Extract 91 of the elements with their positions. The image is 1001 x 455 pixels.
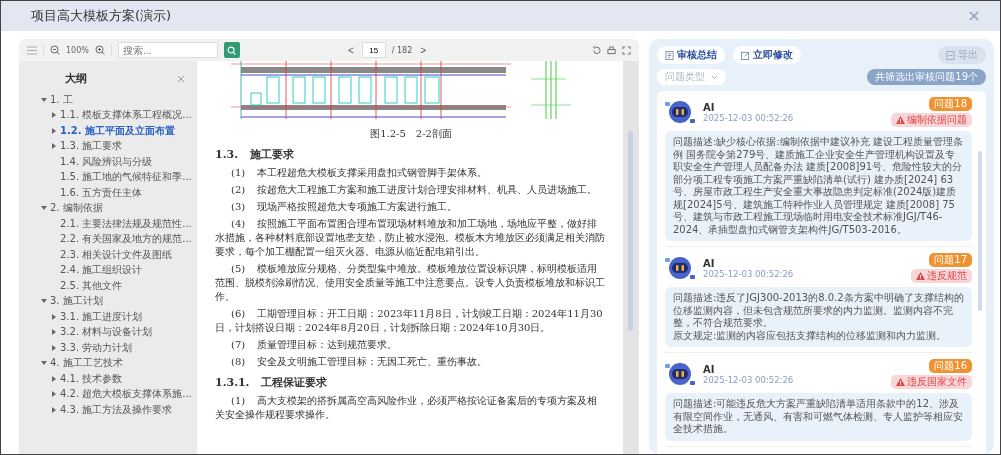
robot-icon [665, 99, 695, 125]
outline-item[interactable]: 4. 施工工艺技术 [50, 356, 123, 371]
author-name: AI [703, 101, 716, 113]
paragraph: (5) 模板堆放应分规格、分类型集中堆放。模板堆放位置设标识牌，标明模板适用范围、脱模剂涂刷情况、使用安全质量等施工中注意要点。设专人负责模板堆放和标识工作。 [215, 262, 606, 304]
collapsed-arrow-icon[interactable] [51, 391, 57, 398]
outline-item[interactable]: 4.2. 超危大模板支撑体系施... [60, 387, 192, 402]
paragraph: (7) 质量管理目标：达到规范要求。 [230, 338, 399, 352]
paragraph: (3) 现场严格按照超危大专项施工方案进行施工。 [230, 200, 459, 214]
collapsed-arrow-icon[interactable] [51, 375, 57, 382]
figure-caption: 图1.2-5 2-2剖面 [369, 127, 453, 141]
edit-icon [741, 50, 750, 60]
outline-item[interactable]: 1.3. 施工要求 [60, 139, 123, 154]
outline-item[interactable]: 3.1. 施工进度计划 [60, 309, 143, 324]
paragraph: (1) 本工程超危大模板支撑采用盘扣式钢管脚手架体系。 [230, 166, 489, 180]
modify-now-button[interactable]: 立即修改 [733, 46, 801, 64]
zoom-out-icon[interactable] [50, 45, 60, 55]
outline-item[interactable]: 3. 施工计划 [50, 294, 103, 309]
outline-item[interactable]: 1.4. 风险辨识与分级 [60, 154, 153, 169]
rotate-icon[interactable] [592, 45, 601, 55]
export-icon [946, 50, 955, 60]
outline-item[interactable]: 1.2. 施工平面及立面布置 [60, 123, 175, 138]
paragraph: (6) 工期管理目标：开工日期：2023年11月8日，计划竣工日期：2024年11月30日，计划搭设日期：2024年8月20日，计划拆除日期：2024年10月30日。 [215, 307, 604, 335]
result-count-badge: 共筛选出审核问题19个 [867, 69, 986, 85]
description-text: 问题描述:违反了JGJ300-2013的8.0.2条方案中明确了支撑结构的位移监测内容，但未包含规范所要求的内力监测。监测内容不完整，不符合规范要求。 [673, 292, 964, 330]
collapsed-arrow-icon[interactable] [51, 406, 57, 413]
timestamp: 2025-12-03 00:52:26 [703, 268, 794, 279]
window-title: 项目高大模板方案(演示) [31, 7, 172, 25]
scrollbar[interactable] [978, 151, 982, 311]
issue-number-tag: 问题17 [929, 253, 972, 267]
outline-item[interactable]: 3.3. 劳动力计划 [60, 340, 133, 355]
paragraph: (4) 按照施工平面布置图合理布置现场材料堆放和加工场地，场地应平整，做好排水措施，各种材料底部设置地垄支垫，防止被水浸泡。模板木方堆放区必须满足相关消防要求，每个加工棚配置一组灭火器。电源从临近配电箱引出。 [215, 217, 606, 259]
outline-item[interactable]: 2.1. 主要法律法规及规范性... [60, 216, 192, 231]
outline-item[interactable]: 1.6. 五方责任主体 [60, 185, 143, 200]
description-text: 问题描述:可能违反危大方案严重缺陷清单适用条款中的12、涉及有限空间作业，无通风、有害和可燃气体检测、专人监护等相应安全技术措施。 [673, 398, 964, 436]
outline-item[interactable]: 2.2. 有关国家及地方的规范... [60, 232, 192, 247]
search-icon [227, 45, 237, 55]
timestamp: 2025-12-03 00:52:26 [703, 112, 794, 123]
collapsed-arrow-icon[interactable] [51, 127, 57, 134]
paragraph: (2) 按超危大工程施工方案和施工进度计划合理安排材料、机具、人员进场施工。 [230, 183, 599, 197]
author-name: AI [703, 363, 716, 375]
description-text: 问题描述:缺少核心依据:编制依据中建议补充 建设工程质量管理条例 国务院令第279号、建质施工企业安全生产管理机构设置及专职安全生产管理人员配备办法 建质[2008]91号、危险性较大的分部分项工程专项施工方案严重缺陷清单(试行) 建办质[2024] 63号、房屋市政工程生产安全重大事故隐患判定标准(2024版)建质规[2024]5号、建筑施工特种作业人员管理规定 建质[2008] 75号、建筑与市政工程施工现场临时用电安全技术标准JGJ/T46-2024、承插型盘扣式钢管支架构件JG/T503-2016。 [673, 136, 964, 236]
outline-item[interactable]: 1.5. 施工地的气候特征和季... [60, 170, 192, 185]
document-icon [665, 50, 674, 60]
timestamp: 2025-12-03 00:52:26 [703, 374, 794, 385]
category-label: 违反国家文件 [907, 375, 967, 389]
category-label: 编制依据问题 [907, 113, 967, 127]
search-button[interactable] [223, 42, 240, 58]
previous-page-button[interactable]: < [345, 44, 356, 56]
outline-item[interactable]: 2.3. 相关设计文件及图纸 [60, 247, 173, 262]
collapsed-arrow-icon[interactable] [51, 313, 57, 320]
outline-item[interactable]: 4.1. 技术参数 [60, 371, 123, 386]
paragraph: (1) 高大支模架的搭拆属高空高风险作业，必须严格按论证备案后的专项方案及相关安全操作规程要求操作。 [215, 394, 599, 422]
outline-item[interactable]: 2.5. 其他文件 [60, 278, 123, 293]
robot-icon [665, 255, 695, 281]
collapsed-arrow-icon[interactable] [51, 143, 57, 150]
paragraph: (8) 安全及文明施工管理目标：无因工死亡、重伤事故。 [230, 355, 489, 369]
next-page-button[interactable]: > [418, 44, 429, 56]
section-heading: 1.3. 施工要求 [215, 147, 295, 162]
expanded-arrow-icon[interactable] [41, 96, 47, 103]
print-icon[interactable] [607, 45, 616, 55]
category-label: 违反规范 [927, 269, 967, 283]
outline-item[interactable]: 2.4. 施工组织设计 [60, 263, 143, 278]
chevron-down-icon [711, 74, 718, 80]
issue-number-tag: 问题18 [929, 97, 972, 111]
warning-icon [916, 272, 925, 280]
search-field[interactable]: 搜索... [117, 42, 218, 58]
outline-title: 大纲 [65, 71, 87, 86]
zoom-in-icon[interactable] [94, 45, 105, 55]
outline-item[interactable]: 4.3. 施工方法及操作要求 [60, 402, 173, 417]
review-summary-button[interactable]: 审核总结 [657, 46, 725, 64]
section-heading: 1.3.1. 工程保证要求 [215, 375, 329, 390]
expanded-arrow-icon[interactable] [41, 205, 47, 212]
issue-number-tag: 问题16 [929, 359, 972, 373]
scrollbar[interactable] [628, 131, 633, 331]
page-total: / 182 [391, 45, 413, 55]
robot-icon [665, 361, 695, 387]
expanded-arrow-icon[interactable] [41, 360, 47, 367]
author-name: AI [703, 257, 716, 269]
zoom-level: 100% [66, 45, 89, 55]
collapsed-arrow-icon[interactable] [51, 344, 57, 351]
outline-item[interactable]: 1. 工 [50, 92, 73, 107]
page-number-field[interactable]: 15 [361, 42, 386, 58]
expanded-arrow-icon[interactable] [41, 298, 47, 305]
warning-icon [896, 116, 905, 124]
warning-icon [896, 378, 905, 386]
description-text: 原文规定:监测的内容应包括支撑结构的位移监测和内力监测。 [673, 329, 948, 342]
outline-item[interactable]: 3.2. 材料与设备计划 [60, 325, 153, 340]
collapsed-arrow-icon[interactable] [51, 329, 57, 336]
outline-item[interactable]: 2. 编制依据 [50, 201, 103, 216]
collapsed-arrow-icon[interactable] [51, 112, 57, 119]
outline-item[interactable]: 1.1. 模板支撑体系工程概况... [60, 108, 192, 123]
